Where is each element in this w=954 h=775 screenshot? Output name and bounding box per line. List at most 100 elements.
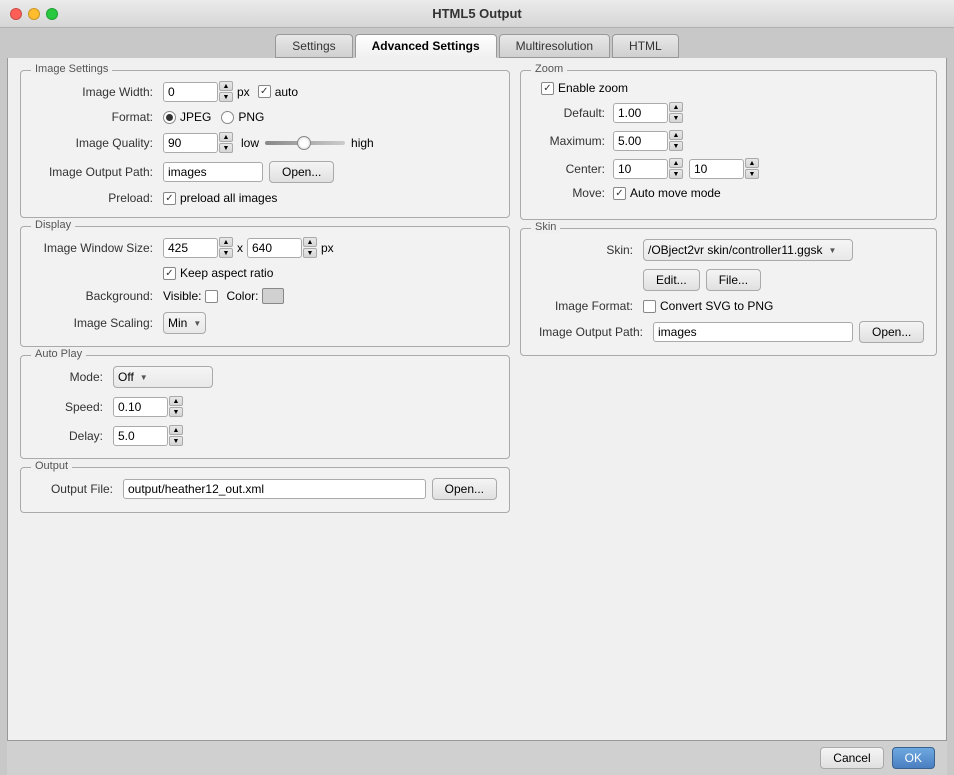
image-width-down[interactable]: ▼ [219,92,233,102]
background-row: Background: Visible: Color: [33,288,497,304]
zoom-center-x-input[interactable] [613,159,668,179]
minimize-button[interactable] [28,8,40,20]
skin-image-format-row: Image Format: Convert SVG to PNG [533,299,924,313]
jpeg-radio-wrap[interactable]: JPEG [163,110,211,124]
zoom-def-down[interactable]: ▼ [669,113,683,123]
ok-button[interactable]: OK [892,747,935,769]
zoom-move-row: Move: Auto move mode [533,186,924,200]
auto-checkbox-wrap[interactable]: auto [258,85,298,99]
auto-move-checkbox[interactable] [613,187,626,200]
delay-input[interactable] [113,426,168,446]
image-width-input[interactable] [163,82,218,102]
win-height-down[interactable]: ▼ [303,248,317,258]
mode-select[interactable]: Off ▼ [113,366,213,388]
image-width-spinner: ▲ ▼ [219,81,233,102]
zoom-max-up[interactable]: ▲ [669,130,683,140]
tab-advanced-settings[interactable]: Advanced Settings [355,34,497,58]
skin-edit-button[interactable]: Edit... [643,269,700,291]
zoom-maximum-input[interactable] [613,131,668,151]
image-output-path-input[interactable] [163,162,263,182]
image-width-row: Image Width: ▲ ▼ px auto [33,81,497,102]
enable-zoom-wrap[interactable]: Enable zoom [541,81,628,95]
output-file-label: Output File: [33,482,123,496]
tab-multiresolution[interactable]: Multiresolution [499,34,610,58]
scaling-dropdown-arrow: ▼ [193,319,201,328]
delay-down[interactable]: ▼ [169,436,183,446]
auto-move-wrap[interactable]: Auto move mode [613,186,721,200]
png-radio-wrap[interactable]: PNG [221,110,264,124]
center-x-up[interactable]: ▲ [669,158,683,168]
image-output-open-button[interactable]: Open... [269,161,334,183]
zoom-maximum-row: Maximum: ▲ ▼ [533,130,924,151]
enable-zoom-row: Enable zoom [533,81,924,95]
output-file-row: Output File: Open... [33,478,497,500]
keep-aspect-wrap[interactable]: Keep aspect ratio [163,266,273,280]
quality-slider[interactable] [265,141,345,145]
win-height-up[interactable]: ▲ [303,237,317,247]
zoom-center-y-input[interactable] [689,159,744,179]
output-open-button[interactable]: Open... [432,478,497,500]
quality-down[interactable]: ▼ [219,143,233,153]
convert-svg-wrap[interactable]: Convert SVG to PNG [643,299,773,313]
image-scaling-select[interactable]: Min ▼ [163,312,206,334]
image-quality-input[interactable] [163,133,218,153]
center-y-down[interactable]: ▼ [745,169,759,179]
preload-checkbox-wrap[interactable]: preload all images [163,191,277,205]
skin-dropdown-arrow: ▼ [829,246,837,255]
color-swatch[interactable] [262,288,284,304]
skin-file-button[interactable]: File... [706,269,761,291]
auto-label: auto [275,85,298,99]
quality-up[interactable]: ▲ [219,132,233,142]
convert-svg-label: Convert SVG to PNG [660,299,773,313]
zoom-center-row: Center: ▲ ▼ ▲ ▼ [533,158,924,179]
auto-checkbox[interactable] [258,85,271,98]
win-width-down[interactable]: ▼ [219,248,233,258]
zoom-maximum-spinner: ▲ ▼ [669,130,683,151]
zoom-default-spinner: ▲ ▼ [669,102,683,123]
cancel-button[interactable]: Cancel [820,747,883,769]
close-button[interactable] [10,8,22,20]
window-controls [10,8,58,20]
left-column: Image Settings Image Width: ▲ ▼ px auto … [20,70,510,728]
delay-up[interactable]: ▲ [169,425,183,435]
zoom-move-label: Move: [533,186,613,200]
zoom-default-label: Default: [533,106,613,120]
speed-input[interactable] [113,397,168,417]
visible-checkbox[interactable] [205,290,218,303]
image-settings-section: Image Settings Image Width: ▲ ▼ px auto … [20,70,510,218]
center-y-up[interactable]: ▲ [745,158,759,168]
zoom-center-label: Center: [533,162,613,176]
zoom-def-up[interactable]: ▲ [669,102,683,112]
speed-up[interactable]: ▲ [169,396,183,406]
center-x-down[interactable]: ▼ [669,169,683,179]
convert-svg-checkbox[interactable] [643,300,656,313]
keep-aspect-checkbox[interactable] [163,267,176,280]
output-file-input[interactable] [123,479,426,499]
win-width-up[interactable]: ▲ [219,237,233,247]
maximize-button[interactable] [46,8,58,20]
preload-checkbox[interactable] [163,192,176,205]
jpeg-radio[interactable] [163,111,176,124]
skin-image-output-input[interactable] [653,322,853,342]
speed-down[interactable]: ▼ [169,407,183,417]
autoplay-label: Auto Play [31,348,86,360]
png-radio[interactable] [221,111,234,124]
window-title: HTML5 Output [432,6,522,21]
tab-html[interactable]: HTML [612,34,679,58]
quality-high: high [351,136,374,150]
zoom-max-down[interactable]: ▼ [669,141,683,151]
right-column: Zoom Enable zoom Default: ▲ ▼ Maximum: [520,70,937,728]
zoom-section-label: Zoom [531,63,567,75]
skin-open-button[interactable]: Open... [859,321,924,343]
skin-buttons-row: Edit... File... [533,269,924,291]
window-height-input[interactable] [247,238,302,258]
image-width-up[interactable]: ▲ [219,81,233,91]
enable-zoom-checkbox[interactable] [541,82,554,95]
tab-settings[interactable]: Settings [275,34,352,58]
bottom-buttons-bar: Cancel OK [7,741,947,775]
skin-select[interactable]: /OBject2vr skin/controller11.ggsk ▼ [643,239,853,261]
keep-aspect-label: Keep aspect ratio [180,266,273,280]
zoom-default-input[interactable] [613,103,668,123]
window-width-input[interactable] [163,238,218,258]
background-label: Background: [33,289,163,303]
